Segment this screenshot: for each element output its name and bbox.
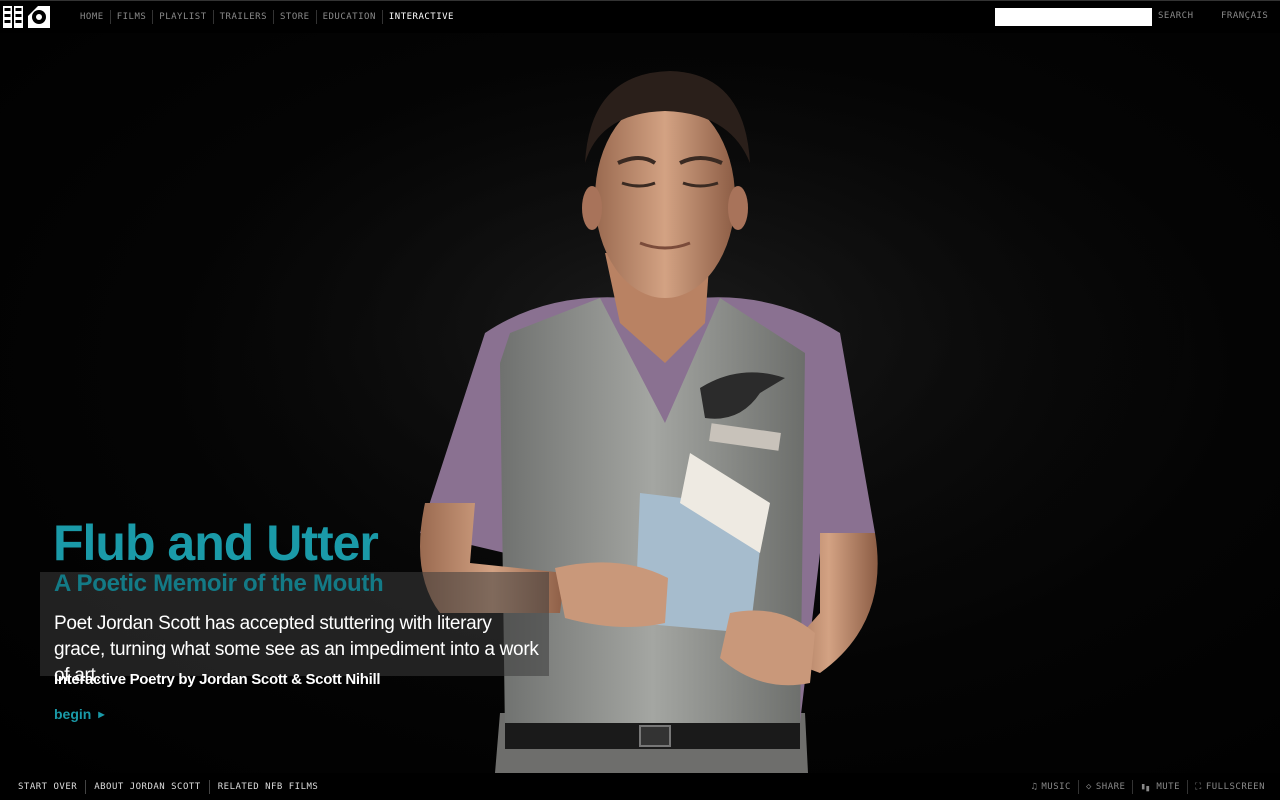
begin-label: begin xyxy=(54,706,92,722)
project-title: Flub and Utter xyxy=(53,515,379,571)
project-credit: Interactive Poetry by Jordan Scott & Sco… xyxy=(54,671,381,688)
nav-trailers[interactable]: TRAILERS xyxy=(212,10,273,24)
nav-films[interactable]: FILMS xyxy=(109,10,153,24)
start-over-link[interactable]: START OVER xyxy=(10,780,85,794)
footer-nav: START OVER ABOUT JORDAN SCOTT RELATED NF… xyxy=(10,780,326,794)
project-subtitle: A Poetic Memoir of the Mouth xyxy=(54,570,384,597)
begin-link[interactable]: begin ▶ xyxy=(54,706,105,722)
fullscreen-button[interactable]: ⛶ FULLSCREEN xyxy=(1187,780,1272,794)
nav-education[interactable]: EDUCATION xyxy=(315,10,382,24)
share-icon: ◇ xyxy=(1085,782,1092,792)
language-link[interactable]: FRANÇAIS xyxy=(1221,11,1268,21)
search-input[interactable] xyxy=(995,8,1152,26)
music-note-icon: ♫ xyxy=(1031,782,1038,792)
nav-store[interactable]: STORE xyxy=(273,10,316,24)
nav-interactive[interactable]: INTERACTIVE xyxy=(381,10,460,24)
fullscreen-icon: ⛶ xyxy=(1195,782,1202,792)
hero-section: Flub and Utter A Poetic Memoir of the Mo… xyxy=(0,33,1280,773)
media-controls: ♫ MUSIC ◇ SHARE ▮▖ MUTE ⛶ FULLSCREEN xyxy=(1024,780,1272,794)
related-nfb-films-link[interactable]: RELATED NFB FILMS xyxy=(208,780,327,794)
about-jordan-scott-link[interactable]: ABOUT JORDAN SCOTT xyxy=(85,780,209,794)
volume-bars-icon: ▮▖ xyxy=(1140,782,1153,792)
nav-playlist[interactable]: PLAYLIST xyxy=(152,10,212,24)
search-button[interactable]: SEARCH xyxy=(1158,11,1194,21)
main-nav: HOME FILMS PLAYLIST TRAILERS STORE EDUCA… xyxy=(74,10,460,24)
share-button[interactable]: ◇ SHARE xyxy=(1077,780,1133,794)
mute-label: MUTE xyxy=(1156,782,1180,792)
music-label: MUSIC xyxy=(1041,782,1071,792)
bottom-bar: START OVER ABOUT JORDAN SCOTT RELATED NF… xyxy=(0,773,1280,800)
play-arrow-icon: ▶ xyxy=(98,709,105,719)
mute-button[interactable]: ▮▖ MUTE xyxy=(1132,780,1187,794)
nfb-logo[interactable] xyxy=(1,5,51,29)
share-label: SHARE xyxy=(1095,782,1126,792)
fullscreen-label: FULLSCREEN xyxy=(1205,782,1265,792)
music-button[interactable]: ♫ MUSIC xyxy=(1024,780,1078,794)
nav-home[interactable]: HOME xyxy=(74,10,110,24)
top-navigation-bar: HOME FILMS PLAYLIST TRAILERS STORE EDUCA… xyxy=(0,0,1280,33)
